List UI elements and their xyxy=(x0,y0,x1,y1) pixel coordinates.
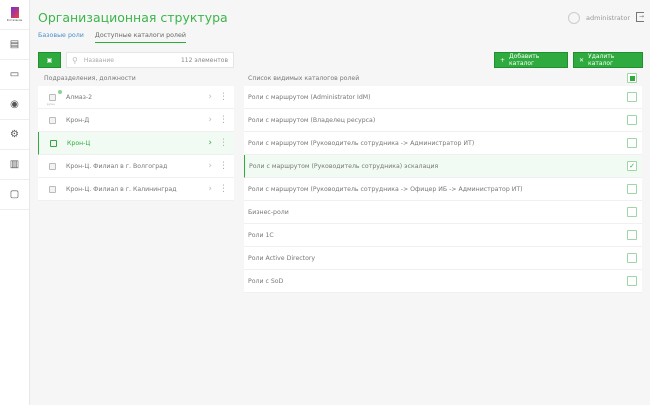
tabs: Базовые роли Доступные каталоги ролей xyxy=(38,32,186,43)
close-icon: ✕ xyxy=(579,56,585,64)
gear-icon[interactable]: ⚙ xyxy=(0,120,29,150)
catalog-row[interactable]: Роли с маршрутом (Administrator IdM) xyxy=(244,86,642,109)
org-unit-row[interactable]: ручн. Алмаз-2 › ⋮ xyxy=(38,86,234,109)
building-button[interactable]: ▣ xyxy=(38,52,61,68)
catalog-label: Роли с маршрутом (Руководитель сотрудник… xyxy=(248,139,475,147)
chevron-right-icon[interactable]: › xyxy=(208,92,212,102)
chevron-right-icon[interactable]: › xyxy=(208,184,212,194)
org-unit-label: Крон-Д xyxy=(66,116,90,124)
message-icon[interactable]: ▢ xyxy=(0,180,29,210)
catalog-checkbox[interactable] xyxy=(627,184,637,194)
catalog-label: Роли с маршрутом (Administrator IdM) xyxy=(248,93,371,101)
building-icon xyxy=(49,93,56,101)
building-icon xyxy=(49,185,56,193)
org-unit-label: Крон-Ц. Филиал в г. Калининград xyxy=(66,185,177,193)
more-icon[interactable]: ⋮ xyxy=(219,161,228,171)
catalog-checkbox[interactable] xyxy=(627,276,637,286)
catalog-checkbox[interactable]: ✓ xyxy=(627,161,637,171)
tab-base-roles[interactable]: Базовые роли xyxy=(38,32,84,43)
catalog-label: Роли с маршрутом (Руководитель сотрудник… xyxy=(248,185,523,193)
catalog-checkbox[interactable] xyxy=(627,230,637,240)
badge: ручн. xyxy=(47,102,56,106)
org-unit-row[interactable]: Крон-Ц. Филиал в г. Калининград › ⋮ xyxy=(38,178,234,201)
eye-icon[interactable]: ◉ xyxy=(0,90,29,120)
org-list: ручн. Алмаз-2 › ⋮ Крон-Д › ⋮ Крон-Ц › ⋮ Крон-Ц. Фи… xyxy=(38,86,234,201)
catalog-row[interactable]: Роли с маршрутом (Руководитель сотрудник… xyxy=(244,155,642,178)
building-icon xyxy=(49,162,56,170)
search-input[interactable]: ⚲ Название 112 элементов xyxy=(66,52,234,68)
building-icon: ▣ xyxy=(46,56,53,64)
more-icon[interactable]: ⋮ xyxy=(219,138,228,148)
catalog-label: Роли Active Directory xyxy=(248,254,316,262)
logo: Ростелеком xyxy=(0,0,29,30)
status-dot xyxy=(58,90,62,94)
page-title: Организационная структура xyxy=(38,10,228,25)
chevron-right-icon[interactable]: › xyxy=(208,138,212,148)
catalog-label: Роли с SoD xyxy=(248,277,284,285)
monitor-icon[interactable]: ▭ xyxy=(0,60,29,90)
catalog-label: Роли с маршрутом (Руководитель сотрудник… xyxy=(249,162,439,170)
org-unit-label: Крон-Ц xyxy=(67,139,91,147)
catalog-label: Роли с маршрутом (Владелец ресурса) xyxy=(248,116,376,124)
more-icon[interactable]: ⋮ xyxy=(219,115,228,125)
user-icon xyxy=(568,12,581,24)
org-unit-label: Крон-Ц. Филиал в г. Волгоград xyxy=(66,162,168,170)
chart-icon[interactable]: ▥ xyxy=(0,150,29,180)
catalog-row[interactable]: Роли с SoD xyxy=(244,270,642,293)
catalog-checkbox[interactable] xyxy=(627,207,637,217)
catalog-checkbox[interactable] xyxy=(627,138,637,148)
chevron-right-icon[interactable]: › xyxy=(208,115,212,125)
catalog-checkbox[interactable] xyxy=(627,115,637,125)
catalog-label: Роли 1С xyxy=(248,231,274,239)
sidebar: Ростелеком ▤ ▭ ◉ ⚙ ▥ ▢ xyxy=(0,0,30,405)
catalog-row[interactable]: Роли Active Directory xyxy=(244,247,642,270)
org-unit-row[interactable]: Крон-Д › ⋮ xyxy=(38,109,234,132)
org-unit-label: Алмаз-2 xyxy=(66,93,93,101)
delete-catalog-button[interactable]: ✕ Удалить каталог xyxy=(573,52,643,68)
catalog-row[interactable]: Роли с маршрутом (Руководитель сотрудник… xyxy=(244,178,642,201)
more-icon[interactable]: ⋮ xyxy=(219,92,228,102)
user-menu[interactable]: administrator xyxy=(568,12,630,24)
username: administrator xyxy=(586,14,630,22)
right-header: Список видимых каталогов ролей xyxy=(244,71,642,85)
plus-icon: + xyxy=(500,56,506,64)
search-icon: ⚲ xyxy=(72,55,78,65)
left-header: Подразделения, должности xyxy=(44,75,136,82)
catalog-row[interactable]: Роли с маршрутом (Руководитель сотрудник… xyxy=(244,132,642,155)
building-icon xyxy=(50,139,57,147)
catalog-row[interactable]: Роли 1С xyxy=(244,224,642,247)
org-unit-row[interactable]: Крон-Ц. Филиал в г. Волгоград › ⋮ xyxy=(38,155,234,178)
catalog-row[interactable]: Бизнес-роли xyxy=(244,201,642,224)
catalog-icon[interactable]: ▤ xyxy=(0,30,29,60)
more-icon[interactable]: ⋮ xyxy=(219,184,228,194)
catalog-label: Бизнес-роли xyxy=(248,208,289,216)
catalog-checkbox[interactable] xyxy=(627,253,637,263)
add-catalog-button[interactable]: + Добавить каталог xyxy=(494,52,568,68)
tab-available-catalogs[interactable]: Доступные каталоги ролей xyxy=(94,32,186,43)
chevron-right-icon[interactable]: › xyxy=(208,161,212,171)
building-icon xyxy=(49,116,56,124)
item-count: 112 элементов xyxy=(180,56,228,64)
logout-icon[interactable]: → xyxy=(636,12,644,22)
select-all-checkbox[interactable] xyxy=(627,73,637,83)
catalog-list: Роли с маршрутом (Administrator IdM) Роли… xyxy=(244,86,642,293)
catalog-row[interactable]: Роли с маршрутом (Владелец ресурса) xyxy=(244,109,642,132)
org-unit-row[interactable]: Крон-Ц › ⋮ xyxy=(38,132,234,155)
catalog-checkbox[interactable] xyxy=(627,92,637,102)
